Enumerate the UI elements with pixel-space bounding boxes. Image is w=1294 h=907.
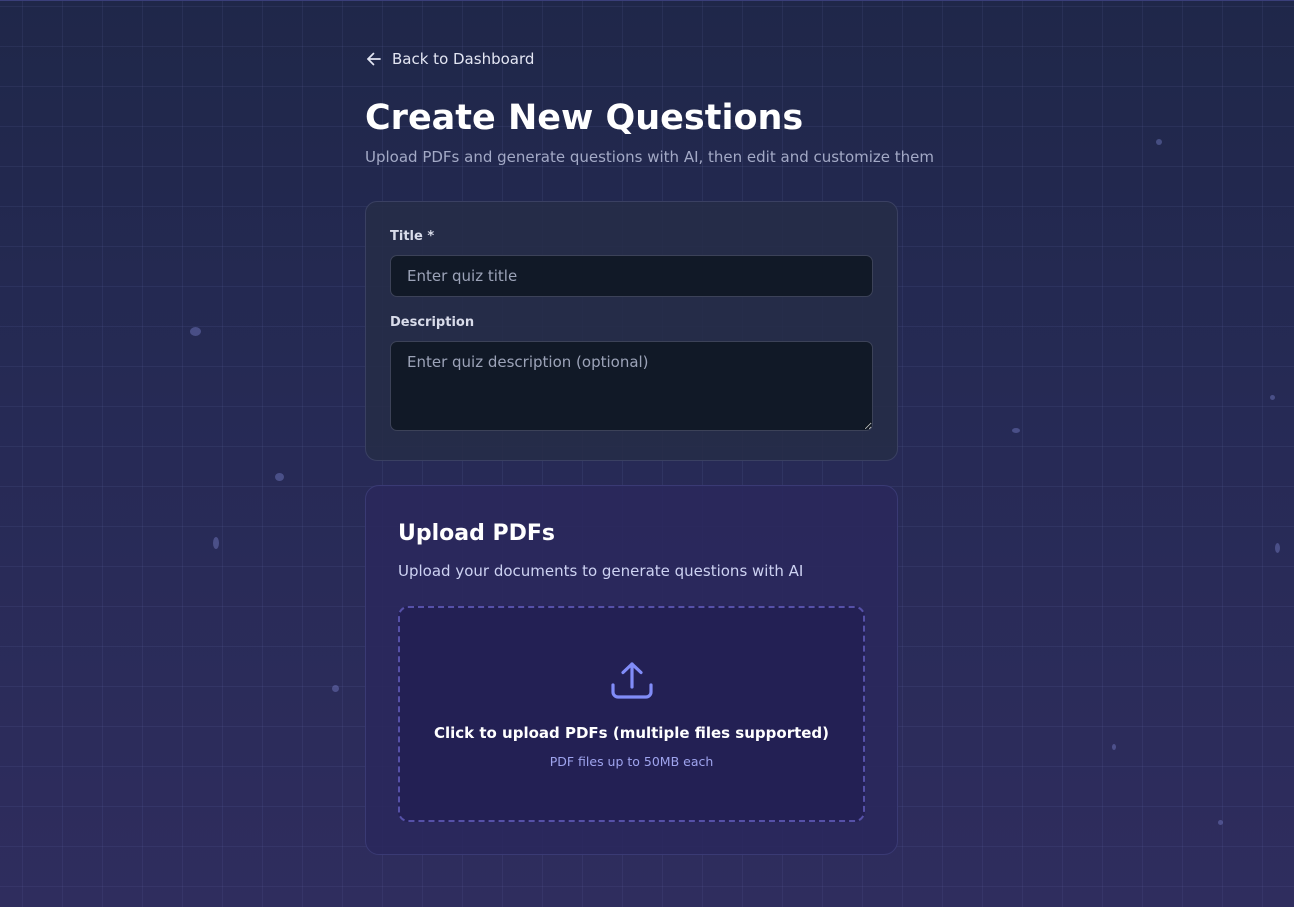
upload-section-subtitle: Upload your documents to generate questi…: [398, 562, 804, 580]
back-to-dashboard-link[interactable]: Back to Dashboard: [365, 50, 534, 68]
upload-icon: [610, 662, 653, 699]
page-title: Create New Questions: [365, 98, 804, 138]
dropzone-file-limit: PDF files up to 50MB each: [549, 754, 714, 769]
background-dot: [1012, 428, 1020, 433]
description-label: Description: [390, 315, 475, 330]
top-border: [0, 0, 1294, 1]
pdf-dropzone[interactable]: Click to upload PDFs (multiple files sup…: [398, 606, 865, 822]
quiz-details-card: Title * Description: [365, 201, 898, 461]
background-dot: [275, 473, 284, 481]
background-dot: [332, 685, 339, 692]
background-dot: [1218, 820, 1223, 825]
arrow-left-icon: [367, 52, 381, 66]
page-subtitle: Upload PDFs and generate questions with …: [365, 148, 934, 166]
upload-section-title: Upload PDFs: [398, 521, 556, 546]
quiz-description-textarea[interactable]: [390, 341, 873, 431]
background-dot: [1270, 395, 1275, 400]
background-dot: [1156, 139, 1162, 145]
title-label: Title *: [390, 229, 435, 244]
background-dot: [1275, 543, 1280, 553]
back-link-label: Back to Dashboard: [392, 50, 535, 68]
quiz-title-input[interactable]: [390, 255, 873, 297]
upload-pdfs-card: Upload PDFs Upload your documents to gen…: [365, 485, 898, 855]
background-dot: [213, 537, 219, 549]
dropzone-instruction: Click to upload PDFs (multiple files sup…: [433, 724, 830, 742]
background-dot: [1112, 744, 1116, 750]
background-dot: [190, 327, 201, 336]
